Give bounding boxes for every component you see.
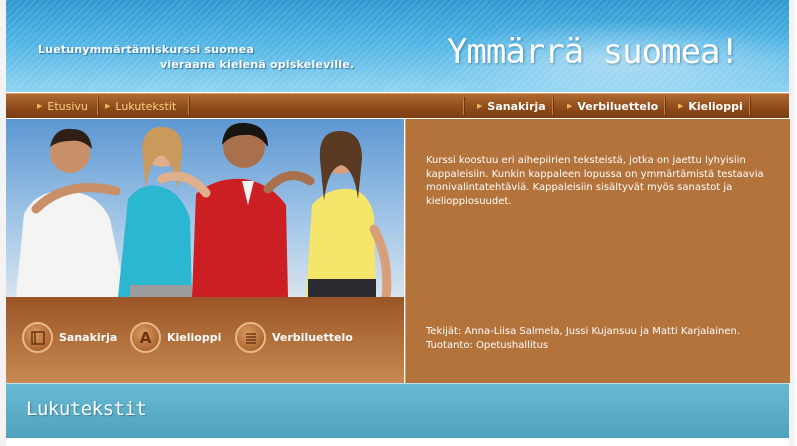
- nav-label: Verbiluettelo: [577, 99, 659, 113]
- section-title: Lukutekstit: [26, 398, 147, 420]
- arrow-right-icon: ▶: [678, 101, 684, 110]
- nav-label: Etusivu: [47, 99, 88, 113]
- site-title: Ymmärrä suomea!: [446, 32, 740, 72]
- nav-divider: [463, 97, 464, 115]
- list-icon: [235, 322, 266, 353]
- tool-label: Verbiluettelo: [272, 331, 353, 344]
- teens-illustration: [6, 119, 404, 297]
- arrow-right-icon: ▶: [105, 101, 111, 110]
- nav-divider: [97, 97, 98, 115]
- tool-sanakirja[interactable]: Sanakirja: [22, 322, 117, 353]
- site-header: Luetunymmärtämiskurssi suomea vieraana k…: [6, 0, 789, 92]
- tagline-line-2: vieraana kielenä opiskeleville.: [160, 58, 355, 71]
- letter-a-icon: A: [130, 322, 161, 353]
- site-tagline: Luetunymmärtämiskurssi suomea vieraana k…: [38, 42, 354, 72]
- arrow-right-icon: ▶: [567, 101, 573, 110]
- nav-item-sanakirja[interactable]: ▶ Sanakirja: [477, 94, 546, 118]
- nav-divider: [552, 97, 553, 115]
- tool-label: Kielioppi: [167, 331, 222, 344]
- tagline-line-1: Luetunymmärtämiskurssi suomea: [38, 43, 254, 56]
- course-description: Kurssi koostuu eri aihepiirien teksteist…: [426, 155, 764, 207]
- producer-text: Tuotanto: Opetushallitus: [426, 340, 549, 351]
- nav-divider: [749, 97, 750, 115]
- nav-label: Lukutekstit: [115, 99, 177, 113]
- book-icon: [22, 322, 53, 353]
- tool-kielioppi[interactable]: A Kielioppi: [130, 322, 221, 353]
- tool-label: Sanakirja: [59, 331, 118, 344]
- authors-text: Tekijät: Anna-Liisa Salmela, Jussi Kujan…: [426, 326, 741, 337]
- course-credits: Tekijät: Anna-Liisa Salmela, Jussi Kujan…: [426, 325, 740, 353]
- tool-verbiluettelo[interactable]: Verbiluettelo: [235, 322, 353, 353]
- nav-label: Kielioppi: [688, 99, 743, 113]
- nav-item-kielioppi[interactable]: ▶ Kielioppi: [678, 94, 743, 118]
- course-info-panel: Kurssi koostuu eri aihepiirien teksteist…: [405, 119, 790, 383]
- hero-photo: [6, 119, 404, 297]
- nav-item-lukutekstit[interactable]: ▶ Lukutekstit: [105, 94, 176, 118]
- nav-item-verbiluettelo[interactable]: ▶ Verbiluettelo: [567, 94, 658, 118]
- nav-divider: [664, 97, 665, 115]
- section-header: Lukutekstit: [6, 383, 789, 438]
- arrow-right-icon: ▶: [477, 101, 483, 110]
- nav-label: Sanakirja: [487, 99, 546, 113]
- tools-panel: Sanakirja A Kielioppi Verbiluettelo: [6, 297, 404, 383]
- arrow-right-icon: ▶: [37, 101, 43, 110]
- main-nav: ▶ Etusivu ▶ Lukutekstit ▶ Sanakirja ▶ Ve…: [6, 93, 789, 118]
- page-frame: Luetunymmärtämiskurssi suomea vieraana k…: [6, 0, 790, 446]
- nav-item-etusivu[interactable]: ▶ Etusivu: [37, 94, 88, 118]
- nav-divider: [188, 97, 189, 115]
